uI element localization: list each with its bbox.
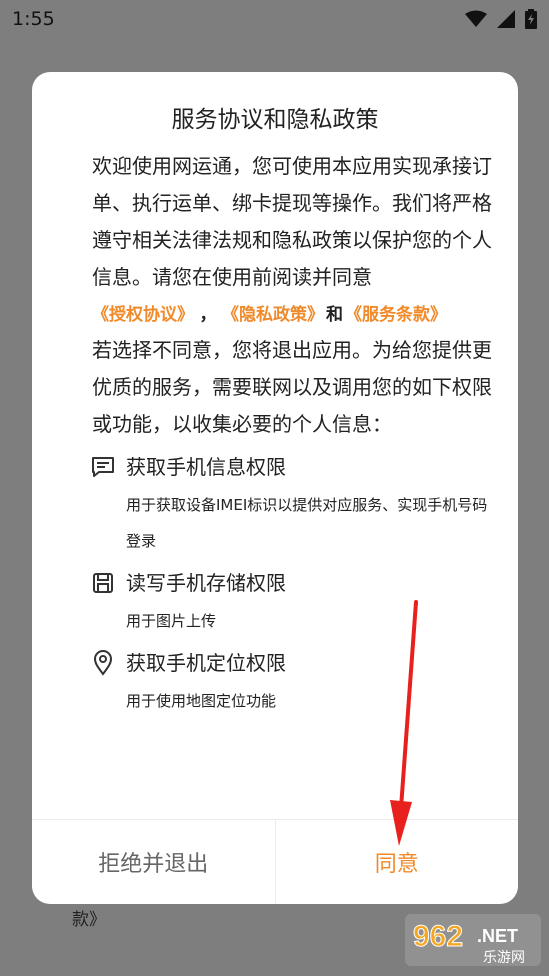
privacy-dialog: 服务协议和隐私政策 欢迎使用网运通，您可使用本应用实现承接订单、执行运单、绑卡提… <box>32 72 518 904</box>
reject-exit-button[interactable]: 拒绝并退出 <box>32 820 276 904</box>
service-terms-link[interactable]: 《服务条款》 <box>345 305 447 325</box>
notice-text: 若选择不同意，您将退出应用。为给您提供更优质的服务，需要联网以及调用您的如下权限… <box>92 338 492 436</box>
permission-desc: 用于图片上传 <box>126 612 217 630</box>
link-conjunction: 和 <box>326 305 343 325</box>
agree-button[interactable]: 同意 <box>276 820 519 904</box>
location-pin-icon <box>90 650 116 676</box>
permission-desc: 用于获取设备IMEI标识以提供对应服务、实现手机号码登录 <box>126 496 488 550</box>
permission-title: 获取手机定位权限 <box>126 650 286 675</box>
battery-icon <box>525 9 537 29</box>
status-time: 1:55 <box>12 8 55 30</box>
auth-agreement-link[interactable]: 《授权协议》 <box>92 305 186 325</box>
permission-title: 读写手机存储权限 <box>126 570 286 595</box>
site-watermark-logo: 962 .NET 乐游网 <box>405 914 541 966</box>
background-text: 款》 <box>72 910 106 930</box>
privacy-policy-link[interactable]: 《隐私政策》 <box>231 305 325 325</box>
wifi-icon <box>465 10 487 27</box>
signal-icon <box>497 10 515 28</box>
intro-text: 欢迎使用网运通，您可使用本应用实现承接订单、执行运单、绑卡提现等操作。我们将严格… <box>92 154 492 289</box>
dialog-body: 欢迎使用网运通，您可使用本应用实现承接订单、执行运单、绑卡提现等操作。我们将严格… <box>92 148 502 719</box>
save-icon <box>90 570 116 596</box>
agreement-links: 《授权协议》 ， 《隐私政策》和《服务条款》 <box>92 298 502 332</box>
permission-item-storage: 读写手机存储权限 用于图片上传 <box>92 563 502 639</box>
permission-desc: 用于使用地图定位功能 <box>126 692 277 710</box>
link-separator: ， <box>199 305 217 325</box>
svg-text:962: 962 <box>413 920 463 953</box>
permission-title: 获取手机信息权限 <box>126 454 286 479</box>
svg-text:乐游网: 乐游网 <box>483 950 525 966</box>
dialog-title: 服务协议和隐私政策 <box>171 107 379 133</box>
permission-item-location: 获取手机定位权限 用于使用地图定位功能 <box>92 643 502 719</box>
dialog-footer: 拒绝并退出 同意 <box>32 819 518 904</box>
message-icon <box>90 454 116 480</box>
svg-text:.NET: .NET <box>477 926 518 946</box>
status-icons <box>465 9 537 29</box>
status-bar: 1:55 <box>0 0 549 38</box>
permission-item-phone-info: 获取手机信息权限 用于获取设备IMEI标识以提供对应服务、实现手机号码登录 <box>92 447 502 559</box>
